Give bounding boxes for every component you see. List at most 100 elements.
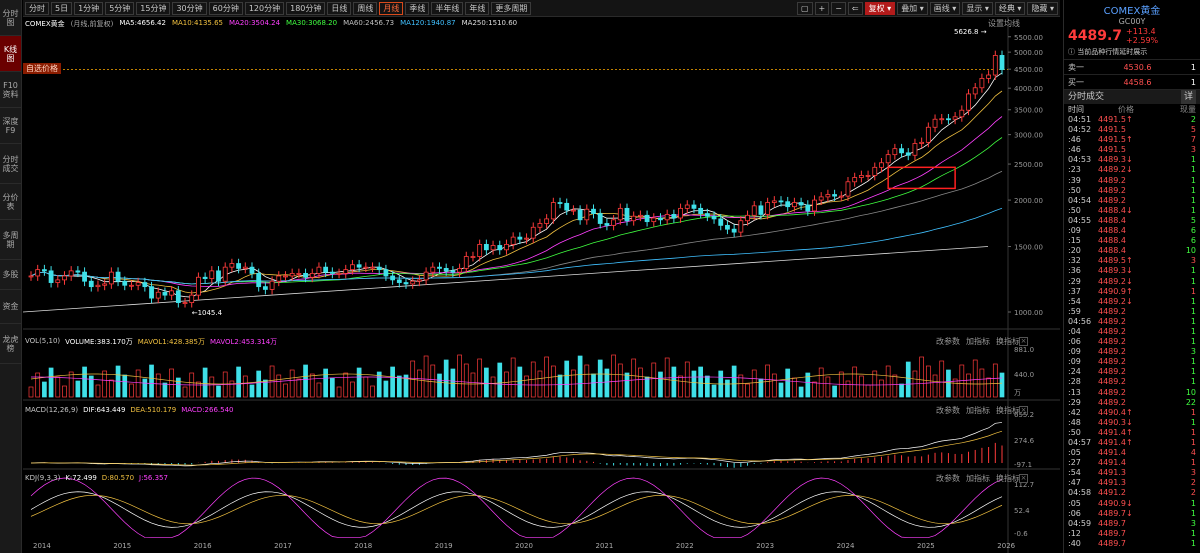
delay-notice-text: 当前品种行情延时展示 <box>1077 48 1148 56</box>
volume-bar <box>283 383 288 398</box>
candle <box>62 275 67 281</box>
macd-add-indicator-button[interactable]: 加指标 <box>966 405 990 416</box>
candle <box>959 109 965 118</box>
kdj-close-icon[interactable]: × <box>1019 474 1028 483</box>
vol-edit-params-button[interactable]: 改参数 <box>936 336 960 347</box>
kdj-j-line <box>30 477 1003 538</box>
candle <box>356 264 362 268</box>
trade-row: :54 4491.3 3 <box>1068 468 1196 478</box>
candle <box>162 291 168 296</box>
toolbar-icon-3[interactable]: ⇐ <box>847 2 863 15</box>
sidebar-item-3[interactable]: 深度F9 <box>0 108 21 144</box>
mavol2-value: MAVOL2:453.314万 <box>209 338 278 346</box>
candle <box>571 209 576 212</box>
volume-bar <box>939 360 945 398</box>
toolbar-icon-0[interactable]: ▢ <box>796 2 813 15</box>
trade-row: :54 4489.2↓ 1 <box>1068 296 1196 306</box>
period-tab-3[interactable]: 5分钟 <box>105 1 135 15</box>
volume-bar <box>443 359 449 398</box>
candle <box>845 181 851 197</box>
sidebar-item-1[interactable]: K线图 <box>0 36 21 72</box>
period-tab-6[interactable]: 60分钟 <box>208 1 243 15</box>
candle <box>544 218 550 224</box>
candle <box>316 266 322 274</box>
sidebar-item-5[interactable]: 分价表 <box>0 184 21 220</box>
volume-bar <box>919 356 924 398</box>
period-tab-2[interactable]: 1分钟 <box>74 1 104 15</box>
volume-bar <box>617 363 623 398</box>
ma-legend-item-1: MA10:4135.65 <box>171 19 223 27</box>
period-tab-10[interactable]: 周线 <box>353 1 378 15</box>
toolbar-button-3[interactable]: 显示 ▾ <box>962 2 993 15</box>
vol-change-indicator-button[interactable]: 换指标 <box>996 336 1020 347</box>
period-tab-4[interactable]: 15分钟 <box>136 1 171 15</box>
volume-bar <box>537 370 543 398</box>
x-tick-label: 2021 <box>596 542 614 550</box>
vol-add-indicator-button[interactable]: 加指标 <box>966 336 990 347</box>
sidebar-item-4[interactable]: 分时成交 <box>0 144 21 184</box>
sidebar-item-9[interactable]: 龙虎榜 <box>0 324 21 364</box>
candle <box>75 270 81 273</box>
candle <box>758 205 764 215</box>
period-tab-9[interactable]: 日线 <box>327 1 352 15</box>
macd-close-icon[interactable]: × <box>1019 406 1028 415</box>
instrument-code: GC00Y <box>1118 17 1146 26</box>
trade-row: :09 4489.2 1 <box>1068 357 1196 367</box>
volume-bar <box>845 380 851 398</box>
kdj-edit-params-button[interactable]: 改参数 <box>936 473 960 484</box>
trades-list[interactable]: 04:51 4491.5↑ 2 04:52 4491.5 5:46 4491.5↑ 7:46 4… <box>1064 115 1200 549</box>
period-tab-12[interactable]: 季线 <box>405 1 430 15</box>
period-tab-0[interactable]: 分时 <box>25 1 49 15</box>
sidebar-item-7[interactable]: 多股 <box>0 260 21 290</box>
col-price: 价格 <box>1118 105 1134 114</box>
volume-bar <box>885 365 891 398</box>
period-tab-5[interactable]: 30分钟 <box>172 1 207 15</box>
sidebar-item-8[interactable]: 资金 <box>0 290 21 324</box>
period-tab-15[interactable]: 更多周期 <box>491 1 532 15</box>
trades-detail-button[interactable]: 详 <box>1180 90 1196 104</box>
candle <box>262 286 268 290</box>
volume-bar <box>457 354 462 398</box>
period-tab-8[interactable]: 180分钟 <box>286 1 326 15</box>
toolbar-icon-2[interactable]: − <box>831 2 846 15</box>
period-tab-7[interactable]: 120分钟 <box>244 1 285 15</box>
volume-bar <box>832 385 837 398</box>
period-tab-14[interactable]: 年线 <box>465 1 490 15</box>
candle <box>222 266 228 282</box>
toolbar-button-1[interactable]: 叠加 ▾ <box>897 2 928 15</box>
period-tab-13[interactable]: 半年线 <box>431 1 464 15</box>
vol-close-icon[interactable]: × <box>1019 337 1028 346</box>
sidebar-item-2[interactable]: F10资料 <box>0 72 21 108</box>
period-tab-1[interactable]: 5日 <box>51 1 73 15</box>
y-tick-label: 4000.00 <box>1014 85 1043 93</box>
period-tab-11[interactable]: 月线 <box>379 1 404 15</box>
toolbar-button-4[interactable]: 经典 ▾ <box>994 2 1026 15</box>
sidebar-item-0[interactable]: 分时图 <box>0 0 21 36</box>
change-percent: +2.59% <box>1126 36 1159 45</box>
macd-edit-params-button[interactable]: 改参数 <box>936 405 960 416</box>
sidebar-item-6[interactable]: 多周期 <box>0 220 21 260</box>
candle <box>999 55 1005 70</box>
volume-bar <box>691 370 697 398</box>
ma-setting-link[interactable]: 设置均线 <box>988 18 1020 29</box>
candle <box>457 267 462 273</box>
candle <box>658 217 663 221</box>
trade-row: 04:52 4491.5 5 <box>1068 125 1196 135</box>
volume-bar <box>999 372 1005 398</box>
price-tag[interactable]: 自选价格 <box>23 63 61 74</box>
kline-chart-area[interactable]: 5500.00 5000.00 4500.00 4000.00 3500.00 3000.… <box>22 17 1060 553</box>
kdj-change-indicator-button[interactable]: 换指标 <box>996 473 1020 484</box>
x-tick-label: 2025 <box>917 542 935 550</box>
toolbar-icon-1[interactable]: + <box>814 2 830 15</box>
toolbar-button-0[interactable]: 复权 ▾ <box>864 2 896 15</box>
trade-row: :50 4488.4↓ 1 <box>1068 205 1196 215</box>
trade-row: :47 4491.3 2 <box>1068 478 1196 488</box>
candle <box>899 148 904 154</box>
kdj-add-indicator-button[interactable]: 加指标 <box>966 473 990 484</box>
toolbar-button-5[interactable]: 隐藏 ▾ <box>1027 2 1058 15</box>
candle <box>28 275 34 278</box>
macd-change-indicator-button[interactable]: 换指标 <box>996 405 1020 416</box>
toolbar-button-2[interactable]: 画线 ▾ <box>929 2 961 15</box>
last-price: 4489.7 <box>1068 28 1123 44</box>
ma-line-5 <box>30 72 1003 298</box>
